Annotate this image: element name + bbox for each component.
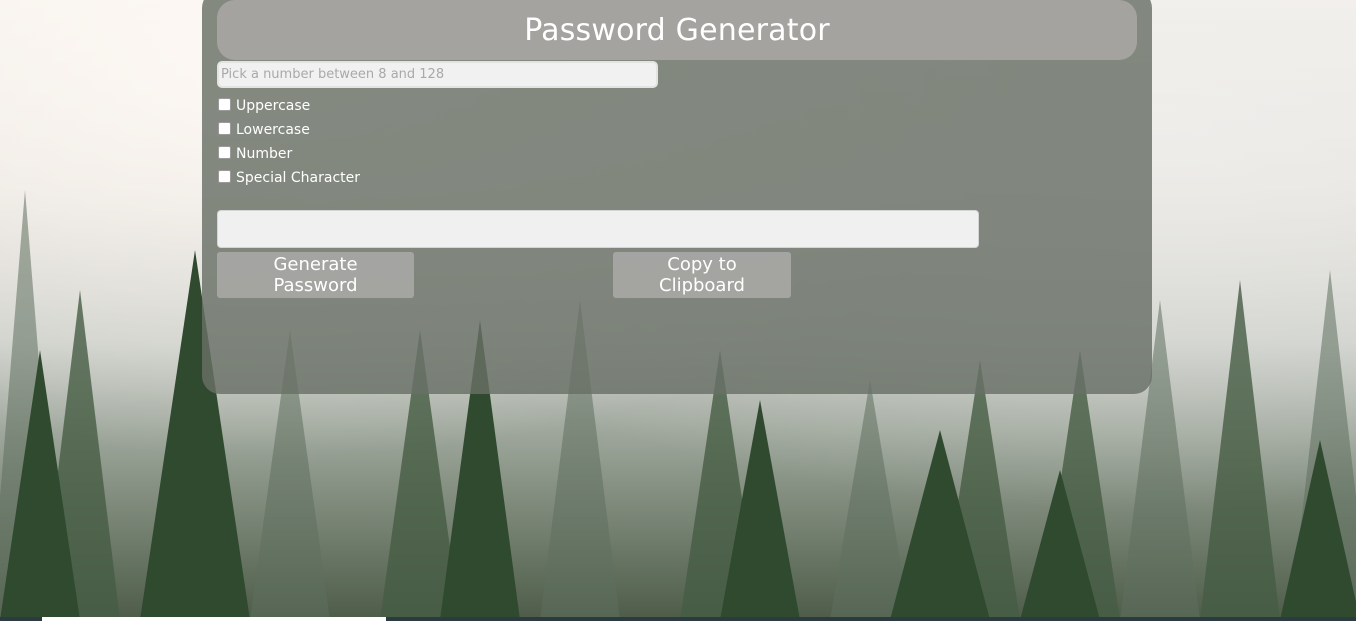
header: Password Generator xyxy=(217,0,1137,60)
generate-password-button[interactable]: Generate Password xyxy=(217,252,414,298)
option-lowercase[interactable]: Lowercase xyxy=(217,118,360,142)
lowercase-checkbox[interactable] xyxy=(218,121,231,135)
uppercase-checkbox[interactable] xyxy=(218,97,231,111)
tree xyxy=(1280,440,1356,620)
password-output[interactable] xyxy=(217,210,979,248)
bottom-strip-highlight xyxy=(42,617,386,621)
page-title: Password Generator xyxy=(524,12,830,48)
option-uppercase[interactable]: Uppercase xyxy=(217,94,360,118)
bottom-strip xyxy=(0,617,1356,621)
generator-card: Password Generator Uppercase Lowercase N… xyxy=(202,0,1152,394)
special-character-label: Special Character xyxy=(236,170,361,186)
copy-to-clipboard-button[interactable]: Copy to Clipboard xyxy=(613,252,791,298)
number-label: Number xyxy=(236,146,293,162)
option-special-character[interactable]: Special Character xyxy=(217,166,360,190)
option-number[interactable]: Number xyxy=(217,142,360,166)
tree xyxy=(720,400,800,620)
tree xyxy=(1200,280,1280,620)
tree xyxy=(0,350,80,620)
special-character-checkbox[interactable] xyxy=(218,169,231,183)
lowercase-label: Lowercase xyxy=(236,122,310,138)
password-length-input[interactable] xyxy=(217,61,658,88)
tree xyxy=(890,430,990,620)
tree xyxy=(1020,470,1100,620)
uppercase-label: Uppercase xyxy=(236,98,311,114)
character-options: Uppercase Lowercase Number Special Chara… xyxy=(217,94,360,190)
number-checkbox[interactable] xyxy=(218,145,231,159)
